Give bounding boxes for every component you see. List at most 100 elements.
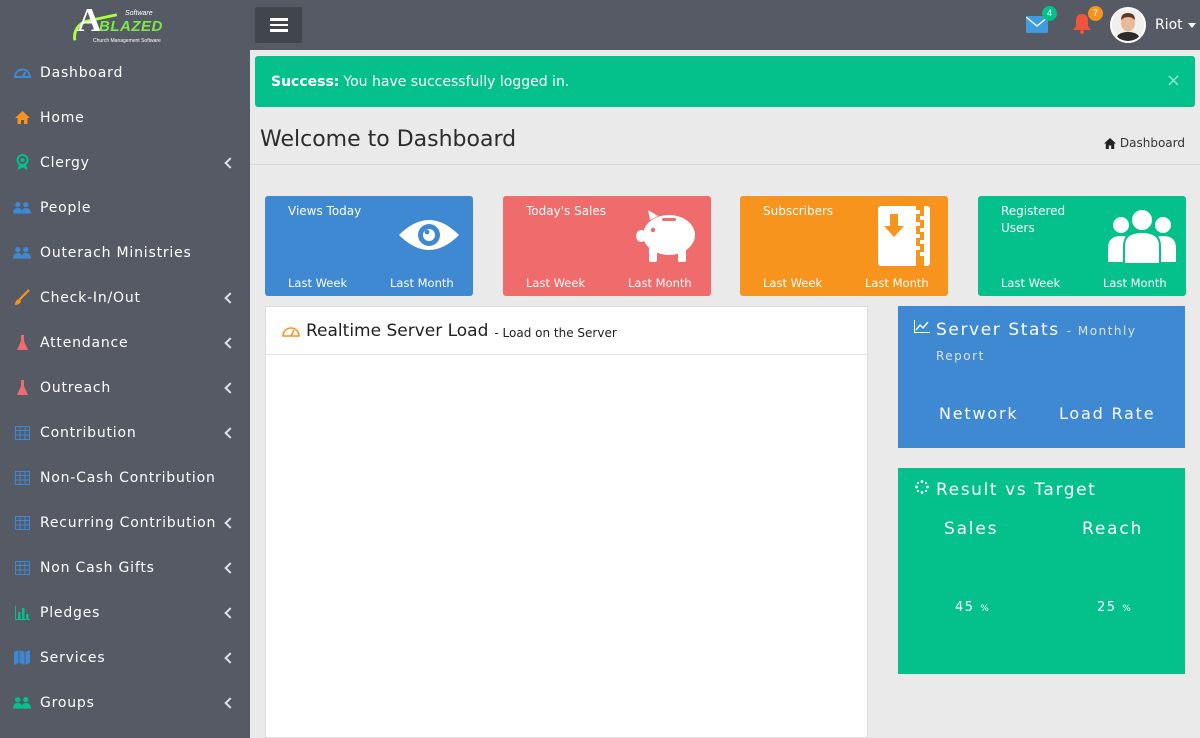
sidebar-item-outreach-ministries[interactable]: Outerach Ministries: [0, 230, 250, 275]
sidebar-item-label: Outerach Ministries: [40, 244, 192, 261]
home-icon: [1103, 137, 1116, 149]
server-stats-box: Server Stats - Monthly Report Network Lo…: [898, 306, 1185, 448]
close-icon[interactable]: ×: [1166, 70, 1181, 91]
sidebar-item-label: Clergy: [40, 154, 90, 171]
success-alert: Success: You have successfully logged in…: [255, 56, 1195, 107]
reach-label: Reach: [1082, 519, 1144, 539]
alert-message: You have successfully logged in.: [343, 73, 570, 90]
chevron-left-icon: [224, 291, 236, 304]
result-vs-target-box: Result vs Target Sales Reach 45 % 25 %: [898, 468, 1185, 674]
sidebar-item-label: Non Cash Gifts: [40, 559, 155, 576]
server-load-panel: Realtime Server Load - Load on the Serve…: [265, 306, 868, 738]
sidebar-item-outreach[interactable]: Outreach: [0, 365, 250, 410]
sidebar-item-services[interactable]: Services: [0, 635, 250, 680]
sidebar-item-label: Recurring Contribution: [40, 514, 217, 531]
sidebar-item-clergy[interactable]: Clergy: [0, 140, 250, 185]
sidebar-nav: Dashboard Home Clergy People Outerach Mi…: [0, 50, 250, 725]
tile-views-today[interactable]: Views Today Last Week Last Month: [265, 196, 473, 296]
sidebar-item-label: Home: [40, 109, 85, 126]
tile-last-week-link[interactable]: Last Week: [763, 276, 822, 290]
sidebar-item-groups[interactable]: Groups: [0, 680, 250, 725]
sidebar-item-label: Groups: [40, 694, 95, 711]
tile-last-week-link[interactable]: Last Week: [526, 276, 585, 290]
sidebar-item-label: Dashboard: [40, 64, 124, 81]
reach-percent: 25 %: [1097, 600, 1132, 615]
panel-header: Realtime Server Load - Load on the Serve…: [266, 307, 867, 355]
sidebar-item-pledges[interactable]: Pledges: [0, 590, 250, 635]
sidebar-item-attendance[interactable]: Attendance: [0, 320, 250, 365]
download-file-icon: [878, 206, 930, 266]
tile-subscribers[interactable]: Subscribers Last Week Last Month: [740, 196, 948, 296]
people-icon: [13, 245, 31, 261]
logo-tagline: Church Management Software: [93, 38, 161, 44]
sales-percent: 45 %: [955, 600, 990, 615]
brush-icon: [13, 289, 31, 306]
sidebar-item-non-cash-contribution[interactable]: Non-Cash Contribution: [0, 455, 250, 500]
sidebar-item-dashboard[interactable]: Dashboard: [0, 50, 250, 95]
tile-title: Subscribers: [763, 204, 834, 218]
user-menu[interactable]: Riot: [1110, 7, 1196, 43]
home-icon: [13, 110, 31, 126]
sidebar-item-contribution[interactable]: Contribution: [0, 410, 250, 455]
chevron-left-icon: [224, 561, 236, 574]
network-label: Network: [939, 404, 1019, 423]
hamburger-line: [269, 23, 288, 27]
breadcrumb[interactable]: Dashboard: [1103, 136, 1185, 150]
messages-button[interactable]: 4: [1025, 6, 1057, 36]
sidebar-item-label: Non-Cash Contribution: [40, 469, 216, 486]
tile-last-week-link[interactable]: Last Week: [288, 276, 347, 290]
sales-label: Sales: [944, 519, 999, 539]
messages-badge: 4: [1042, 6, 1057, 21]
tile-title: Registered Users: [1001, 204, 1066, 235]
hamburger-line: [269, 18, 288, 21]
sidebar-item-label: Pledges: [40, 604, 101, 621]
table-icon: [13, 470, 31, 486]
table-icon: [13, 425, 31, 441]
sidebar-item-people[interactable]: People: [0, 185, 250, 230]
sidebar-item-recurring-contribution[interactable]: Recurring Contribution: [0, 500, 250, 545]
table-icon: [13, 560, 31, 576]
brand-logo[interactable]: A Software BLAZED Church Management Soft…: [0, 0, 250, 50]
sales-value: 45: [955, 600, 975, 615]
user-name: Riot: [1155, 17, 1183, 33]
map-icon: [13, 650, 31, 666]
page-title: Welcome to Dashboard: [260, 127, 517, 152]
spinner-icon: [915, 480, 929, 494]
server-stats-title: Server Stats: [936, 320, 1060, 340]
sidebar-item-label: Attendance: [40, 334, 129, 351]
tile-registered-users[interactable]: Registered Users Last Week Last Month: [978, 196, 1186, 296]
bar-chart-icon: [13, 605, 31, 621]
sidebar-item-home[interactable]: Home: [0, 95, 250, 140]
people-icon: [13, 200, 31, 216]
logo-word: BLAZED: [99, 18, 163, 35]
chevron-left-icon: [224, 336, 236, 349]
tile-last-week-link[interactable]: Last Week: [1001, 276, 1060, 290]
sidebar-item-label: Services: [40, 649, 106, 666]
chevron-left-icon: [224, 516, 236, 529]
dashboard-icon: [13, 65, 31, 81]
load-rate-label: Load Rate: [1059, 404, 1156, 423]
chevron-left-icon: [224, 651, 236, 664]
gauge-icon: [282, 327, 300, 337]
tile-last-month-link[interactable]: Last Month: [865, 276, 929, 290]
chevron-left-icon: [224, 696, 236, 709]
server-stats-heading: Server Stats - Monthly Report: [936, 318, 1176, 368]
tile-last-month-link[interactable]: Last Month: [390, 276, 454, 290]
sales-unit: %: [980, 604, 991, 614]
notifications-button[interactable]: 7: [1072, 6, 1103, 36]
eye-icon: [399, 220, 459, 250]
sidebar-item-check-in-out[interactable]: Check-In/Out: [0, 275, 250, 320]
sidebar-item-non-cash-gifts[interactable]: Non Cash Gifts: [0, 545, 250, 590]
tile-todays-sales[interactable]: Today's Sales Last Week Last Month: [503, 196, 711, 296]
menu-toggle-button[interactable]: [255, 7, 302, 43]
tile-last-month-link[interactable]: Last Month: [628, 276, 692, 290]
users-icon: [1108, 208, 1176, 264]
chevron-left-icon: [224, 606, 236, 619]
server-load-chart-area: [266, 355, 867, 738]
tile-title: Views Today: [288, 204, 362, 218]
reach-value: 25: [1097, 600, 1117, 615]
panel-subtitle: - Load on the Server: [494, 325, 617, 340]
tile-title: Today's Sales: [526, 204, 607, 218]
tile-last-month-link[interactable]: Last Month: [1103, 276, 1167, 290]
chevron-left-icon: [224, 156, 236, 169]
